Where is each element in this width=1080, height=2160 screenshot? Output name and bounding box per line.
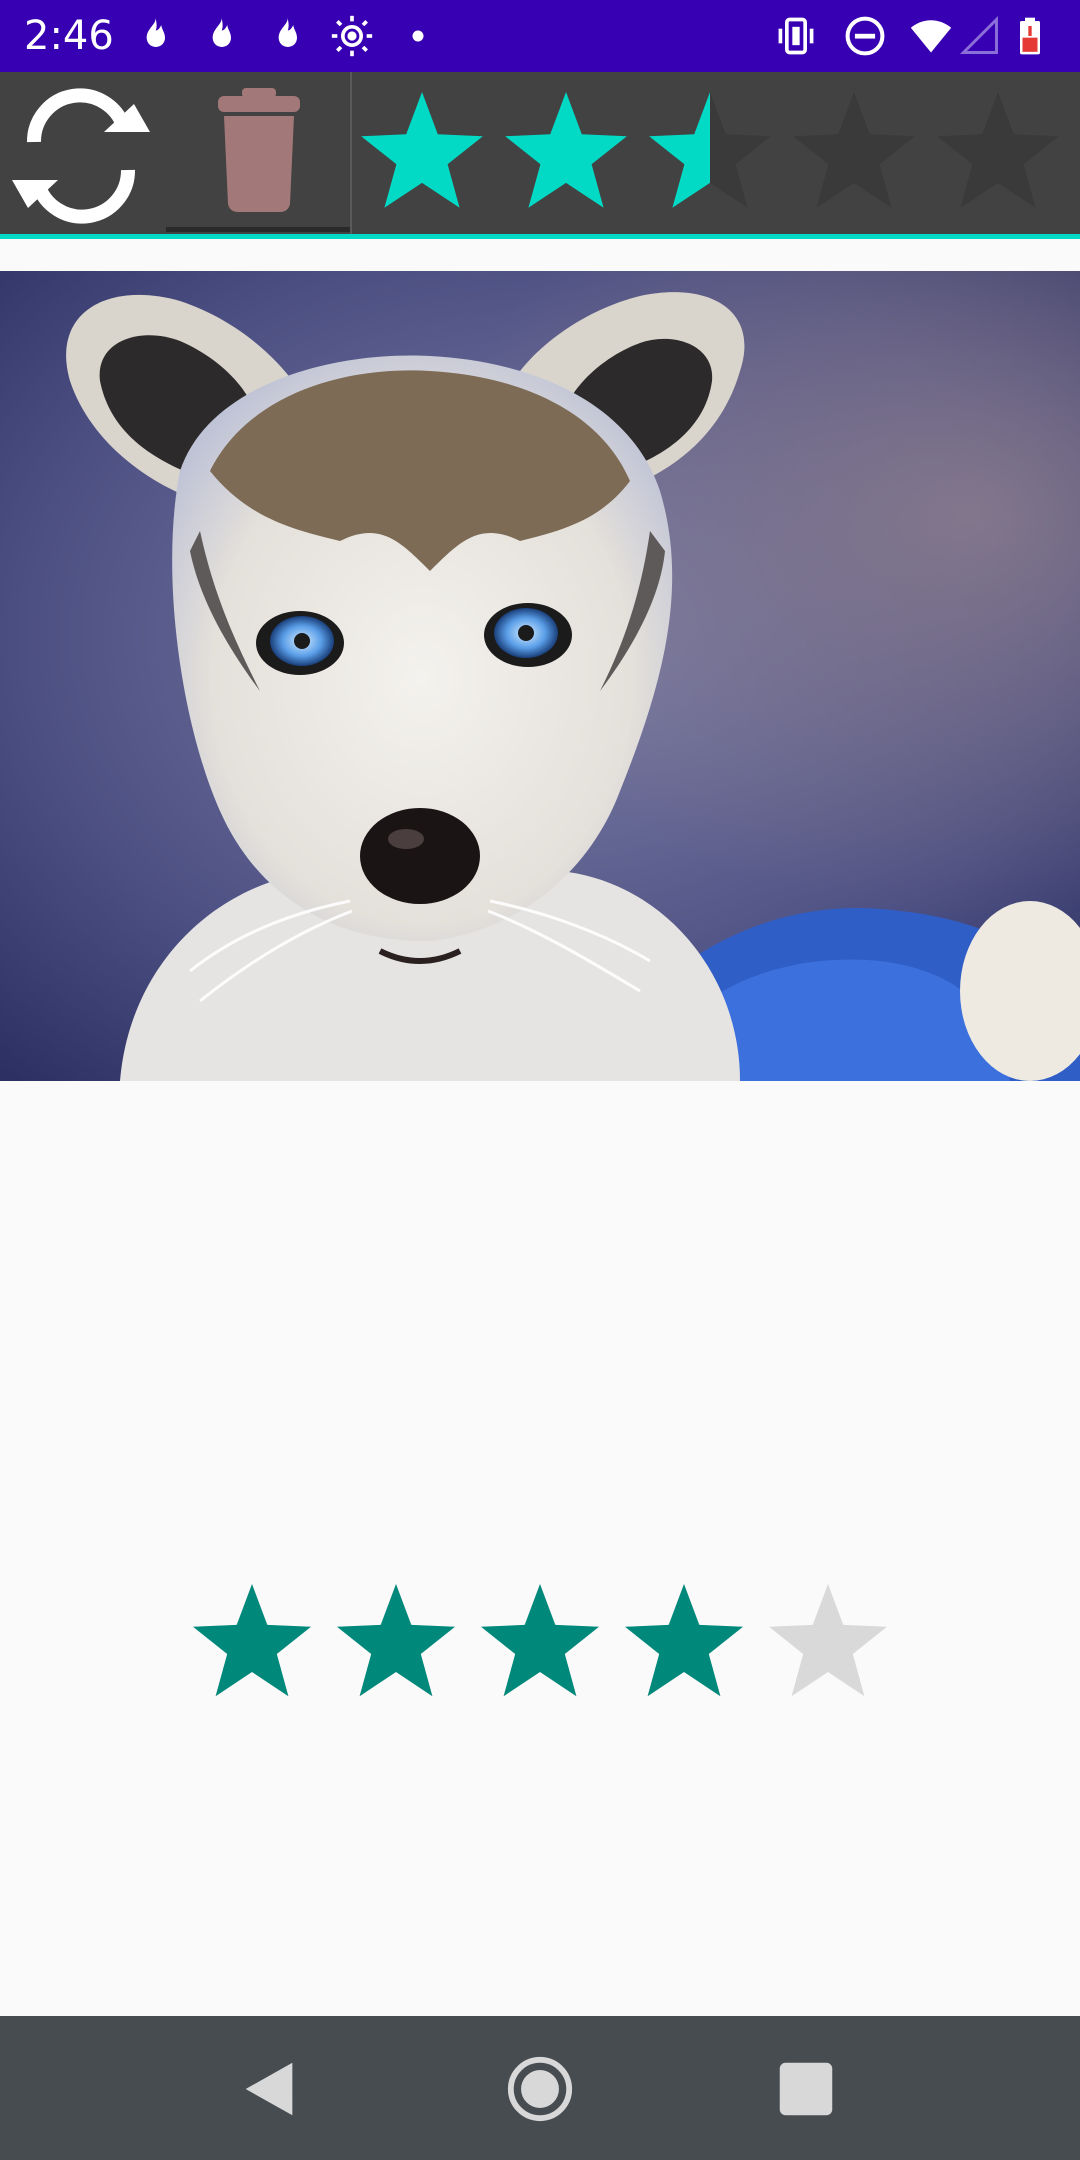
rating-star-5[interactable] (769, 1584, 887, 1697)
back-icon[interactable] (234, 2054, 304, 2124)
dog-photo (0, 271, 1080, 1081)
navigation-bar (0, 2016, 1080, 2160)
brightness-icon (331, 15, 373, 57)
toolbar-rating-bar[interactable] (356, 78, 1080, 228)
rating-bar[interactable] (190, 1582, 890, 1712)
toolbar-divider (350, 72, 352, 238)
rating-star-fill-4 (625, 1584, 743, 1697)
toolbar-rating-star-4[interactable] (793, 92, 915, 208)
status-time: 2:46 (24, 13, 114, 59)
toolbar-rating-stars[interactable] (356, 78, 1080, 228)
rating-stars[interactable] (190, 1582, 890, 1712)
toolbar-rating-star-5[interactable] (937, 92, 1059, 208)
rating-star-fill-1 (193, 1584, 311, 1697)
toolbar-rating-star-fill-2 (505, 92, 627, 208)
delete-button[interactable] (166, 72, 352, 238)
recents-icon[interactable] (771, 2054, 841, 2124)
vibrate-icon (778, 17, 814, 55)
toolbar-accent-line (0, 234, 1080, 239)
home-icon[interactable] (505, 2054, 575, 2124)
tab-indicator (166, 227, 352, 232)
trash-icon (218, 88, 300, 212)
toolbar-rating-star-fill-1 (361, 92, 483, 208)
rating-star-fill-3 (481, 1584, 599, 1697)
flame-icon (146, 17, 165, 47)
wifi-icon (910, 20, 952, 53)
battery-icon (1020, 17, 1040, 55)
do-not-disturb-icon (845, 16, 885, 56)
refresh-icon (12, 88, 150, 224)
flame-icon (278, 17, 297, 47)
app-screen: 2:46 (0, 0, 1080, 2160)
husky-puppy-image (0, 271, 1080, 1081)
refresh-button[interactable] (0, 72, 162, 238)
signal-icon (959, 15, 998, 54)
status-bar: 2:46 (0, 0, 1080, 72)
rating-star-fill-2 (337, 1584, 455, 1697)
dot-icon (412, 30, 424, 42)
toolbar (0, 72, 1080, 238)
flame-icon (212, 17, 231, 47)
